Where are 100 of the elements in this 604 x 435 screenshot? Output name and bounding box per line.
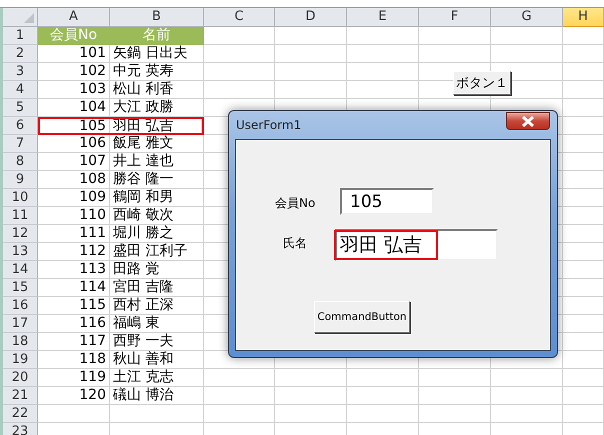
empty-cell	[419, 45, 491, 63]
row-header[interactable]: 4	[3, 81, 38, 99]
empty-cell	[419, 405, 491, 423]
table-cell: 西村 正深	[110, 297, 204, 315]
empty-cell	[563, 27, 604, 45]
table-cell: 井上 達也	[110, 153, 204, 171]
table-cell: 105	[40, 119, 110, 133]
row-header[interactable]: 11	[3, 207, 38, 225]
table-cell: 松山 利香	[110, 81, 204, 99]
empty-cell	[491, 369, 563, 387]
form-button[interactable]: ボタン１	[453, 71, 511, 95]
empty-cell	[563, 81, 604, 99]
row-header[interactable]: 1	[3, 27, 38, 45]
input-field[interactable]: 105	[340, 188, 434, 215]
empty-cell	[419, 369, 491, 387]
empty-cell	[491, 387, 563, 405]
column-header[interactable]: H	[563, 8, 604, 27]
row-header[interactable]: 8	[3, 153, 38, 171]
empty-cell	[204, 369, 275, 387]
empty-cell	[419, 387, 491, 405]
column-header[interactable]: G	[491, 8, 563, 27]
row-header[interactable]: 10	[3, 189, 38, 207]
table-cell: 117	[38, 333, 110, 351]
table-cell: 110	[38, 207, 110, 225]
row-header[interactable]: 20	[3, 369, 38, 387]
row-header[interactable]: 22	[3, 405, 38, 423]
table-cell: 113	[38, 261, 110, 279]
table-cell: 112	[38, 243, 110, 261]
empty-cell	[347, 45, 419, 63]
window-title: UserForm1	[236, 118, 302, 132]
empty-cell	[347, 387, 419, 405]
table-cell: 福嶋 東	[110, 315, 204, 333]
table-cell: 120	[38, 387, 110, 405]
table-cell: 101	[38, 45, 110, 63]
table-cell: 103	[38, 81, 110, 99]
table-cell: 堀川 勝之	[110, 225, 204, 243]
row-header[interactable]: 21	[3, 387, 38, 405]
column-header[interactable]: D	[275, 8, 347, 27]
row-header[interactable]: 6	[3, 117, 38, 135]
table-cell: 宮田 吉隆	[110, 279, 204, 297]
row-header[interactable]: 12	[3, 225, 38, 243]
input-field[interactable]: 羽田 弘吉	[335, 229, 498, 261]
empty-cell	[563, 45, 604, 63]
table-cell: 中元 英寿	[110, 63, 204, 81]
row-header[interactable]: 5	[3, 99, 38, 117]
row-header[interactable]: 19	[3, 351, 38, 369]
column-header[interactable]: F	[419, 8, 491, 27]
field-value: 羽田 弘吉	[336, 232, 436, 258]
column-header[interactable]: E	[347, 8, 419, 27]
table-cell: 礒山 博治	[110, 387, 204, 405]
field-value: 105	[350, 192, 382, 212]
column-header[interactable]: B	[110, 8, 204, 27]
table-cell: 西崎 敬次	[110, 207, 204, 225]
close-button[interactable]	[506, 112, 550, 130]
empty-cell	[275, 45, 347, 63]
empty-cell	[275, 63, 347, 81]
empty-cell	[491, 27, 563, 45]
row-header[interactable]: 16	[3, 297, 38, 315]
row-header[interactable]: 15	[3, 279, 38, 297]
table-cell: 102	[38, 63, 110, 81]
empty-cell	[275, 369, 347, 387]
empty-cell	[347, 405, 419, 423]
empty-cell	[204, 45, 275, 63]
table-cell: 111	[38, 225, 110, 243]
table-cell: 114	[38, 279, 110, 297]
table-cell: 秋山 善和	[110, 351, 204, 369]
empty-cell	[347, 369, 419, 387]
field-label: 会員No	[275, 195, 316, 212]
close-icon	[521, 116, 535, 126]
row-header[interactable]: 23	[3, 423, 38, 435]
table-cell: 勝谷 隆一	[110, 171, 204, 189]
empty-cell	[419, 27, 491, 45]
command-button[interactable]: CommandButton	[314, 301, 410, 333]
row-header[interactable]: 2	[3, 45, 38, 63]
row-header[interactable]: 7	[3, 135, 38, 153]
table-cell: 会員No	[38, 27, 110, 45]
row-header[interactable]: 17	[3, 315, 38, 333]
empty-cell	[204, 81, 275, 99]
corner-triangle-icon	[24, 13, 34, 23]
row-header[interactable]: 13	[3, 243, 38, 261]
row-header[interactable]: 18	[3, 333, 38, 351]
empty-cell	[275, 27, 347, 45]
column-header[interactable]: C	[204, 8, 275, 27]
table-cell: 109	[38, 189, 110, 207]
empty-cell	[347, 63, 419, 81]
table-cell: 107	[38, 153, 110, 171]
empty-cell	[204, 405, 275, 423]
row-header[interactable]: 3	[3, 63, 38, 81]
row-header[interactable]: 9	[3, 171, 38, 189]
field-label: 氏名	[283, 235, 307, 252]
row-header[interactable]: 14	[3, 261, 38, 279]
table-cell: 104	[38, 99, 110, 117]
table-cell: 大江 政勝	[110, 99, 204, 117]
table-cell: 西野 一夫	[110, 333, 204, 351]
empty-cell	[563, 387, 604, 405]
column-header[interactable]: A	[38, 8, 110, 27]
table-cell: 土江 克志	[110, 369, 204, 387]
table-cell: 108	[38, 171, 110, 189]
table-cell: 115	[38, 297, 110, 315]
empty-cell	[275, 387, 347, 405]
